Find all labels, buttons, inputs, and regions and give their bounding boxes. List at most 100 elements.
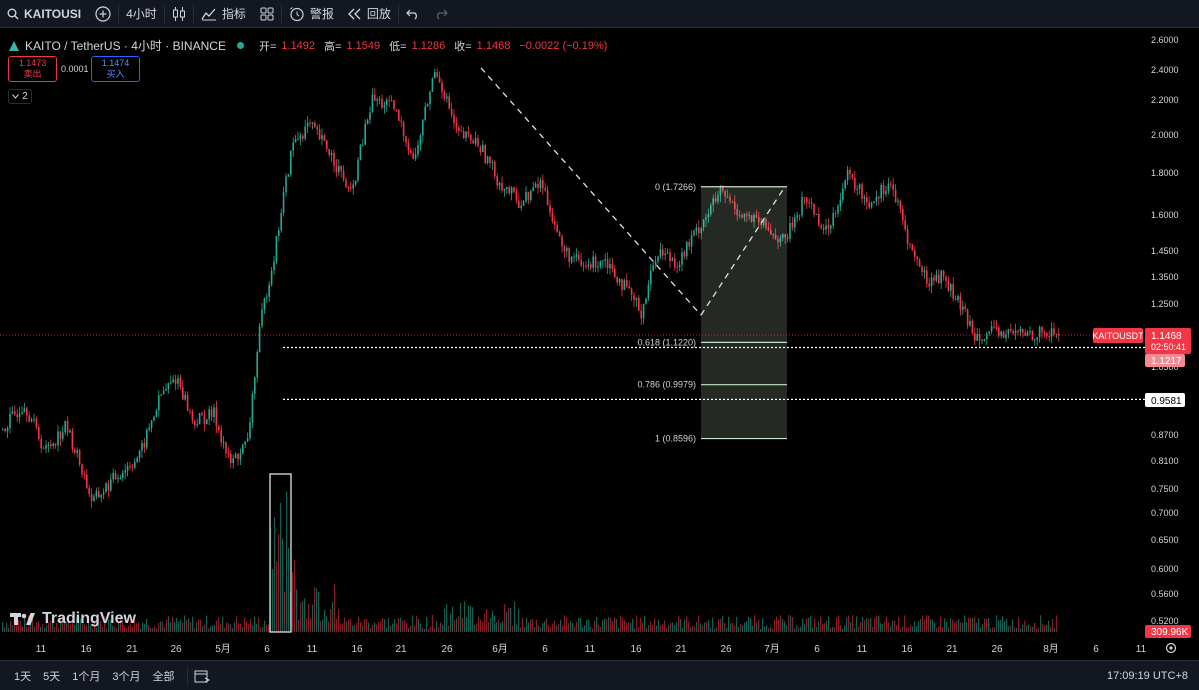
range-1d[interactable]: 1天 <box>8 668 37 684</box>
volume-bar <box>398 617 400 632</box>
interval-button[interactable]: 4小时 <box>119 0 164 28</box>
volume-bar <box>728 616 730 632</box>
volume-bar <box>584 625 586 632</box>
volume-bar <box>738 627 740 632</box>
candle-body <box>225 442 227 453</box>
candle-body <box>196 424 198 426</box>
range-all[interactable]: 全部 <box>147 668 181 684</box>
candle-body <box>126 465 129 471</box>
redo-button[interactable] <box>427 0 455 28</box>
volume-bar <box>512 625 514 632</box>
candle-body <box>227 452 230 454</box>
volume-bar <box>718 619 720 632</box>
candle-body <box>328 149 330 155</box>
sell-button[interactable]: 1.1473 卖出 <box>8 56 57 82</box>
compare-button[interactable] <box>88 0 118 28</box>
candle-body <box>887 183 890 191</box>
volume-bar <box>452 606 454 632</box>
tradingview-logo[interactable]: TradingView <box>10 610 136 628</box>
volume-bar <box>248 624 250 632</box>
candle-body <box>902 208 904 221</box>
volume-bar <box>486 608 488 632</box>
volume-bar <box>268 624 270 632</box>
date-range-icon[interactable] <box>194 669 210 683</box>
volume-bar <box>608 617 610 632</box>
volume-bar <box>952 619 954 632</box>
volume-bar <box>214 624 216 632</box>
volume-bar <box>340 624 342 632</box>
volume-bar <box>336 618 338 632</box>
candle-body <box>273 261 275 271</box>
volume-bar <box>264 620 266 632</box>
candle-body <box>1007 329 1010 335</box>
volume-bar <box>816 626 818 632</box>
volume-bar <box>960 622 962 632</box>
candle-body <box>897 200 899 203</box>
volume-bar <box>546 618 548 632</box>
candle-body <box>52 443 54 446</box>
range-1m[interactable]: 1个月 <box>66 668 106 684</box>
candle-body <box>662 249 664 256</box>
undo-button[interactable] <box>399 0 427 28</box>
chart-pane[interactable]: 2.6000 2.4000 2.2000 2.0000 1.8000 1.6000 1.45… <box>0 28 1199 660</box>
volume-bar <box>362 625 364 632</box>
volume-bar <box>854 628 856 632</box>
volume-bar <box>902 626 904 632</box>
price-chart[interactable]: 2.6000 2.4000 2.2000 2.0000 1.8000 1.6000 1.45… <box>0 28 1199 660</box>
volume-bar <box>332 602 334 632</box>
clock-time[interactable]: 17:09:19 UTC+8 <box>1107 670 1188 682</box>
volume-bar <box>806 618 808 632</box>
volume-bar <box>790 615 792 632</box>
volume-bar <box>942 627 944 632</box>
replay-button[interactable]: 回放 <box>341 0 398 28</box>
candle-body <box>863 197 866 199</box>
volume-bar <box>736 616 738 632</box>
indicators-button[interactable]: 指标 <box>194 0 253 28</box>
alert-button[interactable]: 警报 <box>282 0 341 28</box>
volume-bar <box>540 627 542 632</box>
volume-bar <box>438 627 440 632</box>
candle-body <box>194 420 196 426</box>
candle-body <box>676 267 678 269</box>
x-axis-tick-label: 16 <box>901 644 913 655</box>
candle-body <box>366 119 369 124</box>
volume-bar <box>210 626 212 632</box>
volume-bar <box>116 627 118 632</box>
x-axis-tick-label: 5月 <box>215 643 231 655</box>
indicator-collapse-button[interactable]: 2 <box>8 89 32 104</box>
volume-bar <box>184 615 186 632</box>
candle-body <box>263 298 266 310</box>
candle-body <box>950 284 952 291</box>
volume-bar <box>686 616 688 632</box>
candle-body <box>594 256 597 268</box>
volume-bar <box>440 622 442 632</box>
volume-bar <box>58 628 60 632</box>
candle-body <box>832 213 834 226</box>
symbol-search[interactable]: KAITOUSI <box>0 0 88 28</box>
volume-bar <box>510 607 512 632</box>
volume-bar <box>390 625 392 632</box>
candle-body <box>988 331 990 334</box>
volume-bar <box>226 622 228 632</box>
candle-body <box>796 215 798 218</box>
candle-body <box>695 227 698 231</box>
volume-bar <box>784 621 786 632</box>
volume-bar <box>890 626 892 632</box>
volume-bar <box>182 622 184 632</box>
volume-bar <box>910 624 912 632</box>
range-3m[interactable]: 3个月 <box>106 668 146 684</box>
candle-body <box>268 284 270 298</box>
volume-bar <box>778 619 780 632</box>
layouts-button[interactable] <box>253 0 281 28</box>
candle-body <box>892 184 894 190</box>
volume-bar <box>1010 625 1012 632</box>
range-5d[interactable]: 5天 <box>37 668 66 684</box>
candle-body <box>429 91 431 105</box>
volume-bar <box>744 622 746 632</box>
volume-bar <box>894 620 896 632</box>
candle-body <box>472 140 474 144</box>
volume-bar <box>846 617 848 632</box>
y-axis-tick-label: 1.6000 <box>1151 210 1179 220</box>
chart-type-button[interactable] <box>165 0 193 28</box>
buy-button[interactable]: 1.1474 买入 <box>91 56 140 82</box>
